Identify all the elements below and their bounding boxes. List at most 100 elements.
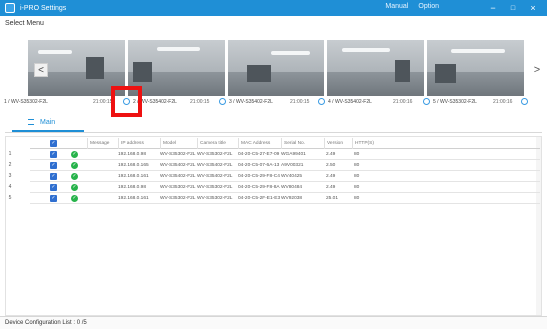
carousel-prev-button[interactable]: <: [34, 63, 48, 77]
camera-label-row: 1 / WV-S35302-F2L 21:00:15 2 / WV-S35402…: [0, 96, 547, 110]
version-cell: 2.49: [326, 174, 336, 179]
table-row[interactable]: 4 ✓ ✓ 192.168.0.98 WV-S35302-F2L WV-S353…: [9, 182, 540, 193]
mac-cell: 04-20-C5-27-E7-09: [238, 152, 280, 157]
app-icon: [5, 3, 15, 13]
titlebar-links: Manual Option: [385, 3, 439, 10]
camera-settings-icon-4[interactable]: [423, 98, 430, 105]
table-header: ✓ Message IP address Model Camera title …: [30, 138, 540, 149]
ip-cell: 192.168.0.161: [118, 174, 149, 179]
row-number: 4: [8, 184, 12, 190]
camera-title-cell: WV-S35302-F2L: [197, 152, 233, 157]
version-cell: 2.49: [326, 185, 336, 190]
row-checkbox[interactable]: ✓: [50, 151, 57, 158]
window-titlebar: i-PRO Settings Manual Option − □ ×: [0, 0, 547, 16]
ip-cell: 192.168.0.98: [118, 152, 147, 157]
select-all-checkbox[interactable]: ✓: [50, 140, 57, 147]
row-number: 3: [8, 173, 12, 179]
row-number: 1: [8, 151, 12, 157]
http-cell: 80: [354, 174, 360, 179]
status-bar: Device Configuration List : 0 /5: [0, 316, 547, 329]
model-cell: WV-S35302-F2L: [160, 152, 196, 157]
http-cell: 80: [354, 152, 360, 157]
table-row[interactable]: 5 ✓ ✓ 192.168.0.161 WV-S35302-F2L WV-S35…: [9, 193, 540, 204]
camera-thumbnail-5[interactable]: [427, 40, 524, 96]
row-checkbox[interactable]: ✓: [50, 173, 57, 180]
tab-main-label: Main: [40, 118, 56, 126]
device-count-text: Device Configuration List : 0 /5: [5, 320, 87, 326]
maximize-button[interactable]: □: [503, 0, 523, 16]
camera-label-4: 4 / WV-S35402-F2L: [328, 99, 372, 105]
serial-cell: WGA99401: [281, 152, 306, 157]
tab-divider: [5, 132, 542, 133]
http-cell: 80: [354, 163, 360, 168]
row-number: 2: [8, 162, 12, 168]
model-cell: WV-S35302-F2L: [160, 185, 196, 190]
tab-main[interactable]: Main: [12, 115, 92, 129]
table-row[interactable]: 2 ✓ ✓ 192.168.0.165 WV-S35402-F2L WV-S35…: [9, 160, 540, 171]
camera-settings-icon-5[interactable]: [521, 98, 528, 105]
status-ok-icon: ✓: [71, 162, 78, 169]
camera-time-4: 21:00:16: [393, 99, 413, 105]
column-header-model[interactable]: Model: [160, 138, 194, 149]
model-cell: WV-S35302-F2L: [160, 196, 196, 201]
camera-thumbnail-2[interactable]: [127, 40, 225, 96]
row-number: 5: [8, 195, 12, 201]
camera-settings-icon-3[interactable]: [318, 98, 325, 105]
table-row[interactable]: 3 ✓ ✓ 192.168.0.161 WV-S35402-F2L WV-S35…: [9, 171, 540, 182]
camera-title-cell: WV-S35302-F2L: [197, 185, 233, 190]
status-ok-icon: ✓: [71, 184, 78, 191]
table-row[interactable]: 1 ✓ ✓ 192.168.0.98 WV-S35302-F2L WV-S353…: [9, 149, 540, 160]
camera-label-1: 1 / WV-S35302-F2L: [4, 99, 48, 105]
option-link[interactable]: Option: [418, 3, 439, 10]
camera-title-cell: WV-S35302-F2L: [197, 196, 233, 201]
column-header-http[interactable]: HTTP(S): [352, 138, 380, 149]
column-header-version[interactable]: Version: [324, 138, 348, 149]
model-cell: WV-S35402-F2L: [160, 163, 196, 168]
mac-cell: 04-20-C5-29-F8-C4: [238, 174, 280, 179]
ip-cell: 192.168.0.98: [118, 185, 147, 190]
manual-link[interactable]: Manual: [385, 3, 408, 10]
mac-cell: 04-20-C5-2F-E1-E3: [238, 196, 280, 201]
camera-label-5: 5 / WV-S35302-F2L: [433, 99, 477, 105]
camera-label-3: 3 / WV-S35402-F2L: [229, 99, 273, 105]
select-menu-label: Select Menu: [5, 20, 44, 27]
status-ok-icon: ✓: [71, 173, 78, 180]
http-cell: 80: [354, 196, 360, 201]
ip-cell: 192.168.0.165: [118, 163, 149, 168]
minimize-button[interactable]: −: [483, 0, 503, 16]
camera-thumbnail-4[interactable]: [327, 40, 425, 96]
device-table: ✓ Message IP address Model Camera title …: [9, 138, 540, 204]
http-cell: 80: [354, 185, 360, 190]
close-button[interactable]: ×: [523, 0, 543, 16]
status-ok-icon: ✓: [71, 151, 78, 158]
column-header-camera-title[interactable]: Camera title: [197, 138, 233, 149]
row-checkbox[interactable]: ✓: [50, 184, 57, 191]
row-checkbox[interactable]: ✓: [50, 162, 57, 169]
version-cell: 2.50: [326, 163, 336, 168]
camera-time-1: 21:00:15: [93, 99, 113, 105]
camera-carousel: [28, 40, 524, 96]
serial-cell: WV80484: [281, 185, 303, 190]
status-ok-icon: ✓: [71, 195, 78, 202]
camera-title-cell: WV-S35402-F2L: [197, 163, 233, 168]
serial-cell: WV40425: [281, 174, 303, 179]
camera-time-2: 21:00:15: [190, 99, 210, 105]
window-title: i-PRO Settings: [20, 4, 67, 12]
camera-time-5: 21:00:16: [493, 99, 513, 105]
carousel-next-button[interactable]: >: [530, 63, 544, 77]
list-icon: [28, 119, 34, 125]
camera-thumbnail-3[interactable]: [227, 40, 325, 96]
mac-cell: 04-20-C5-07-6A-13: [238, 163, 280, 168]
column-header-ip[interactable]: IP address: [118, 138, 154, 149]
camera-time-3: 21:00:15: [290, 99, 310, 105]
highlight-box: [111, 86, 142, 117]
serial-cell: WV92038: [281, 196, 303, 201]
column-header-message[interactable]: Message: [87, 138, 117, 149]
version-cell: 2.49: [326, 152, 336, 157]
column-header-mac[interactable]: MAC Address: [238, 138, 278, 149]
mac-cell: 04-20-C5-29-F8-8A: [238, 185, 280, 190]
column-header-serial[interactable]: Serial No.: [281, 138, 317, 149]
camera-settings-icon-2[interactable]: [219, 98, 226, 105]
row-checkbox[interactable]: ✓: [50, 195, 57, 202]
serial-cell: A9V00321: [281, 163, 304, 168]
